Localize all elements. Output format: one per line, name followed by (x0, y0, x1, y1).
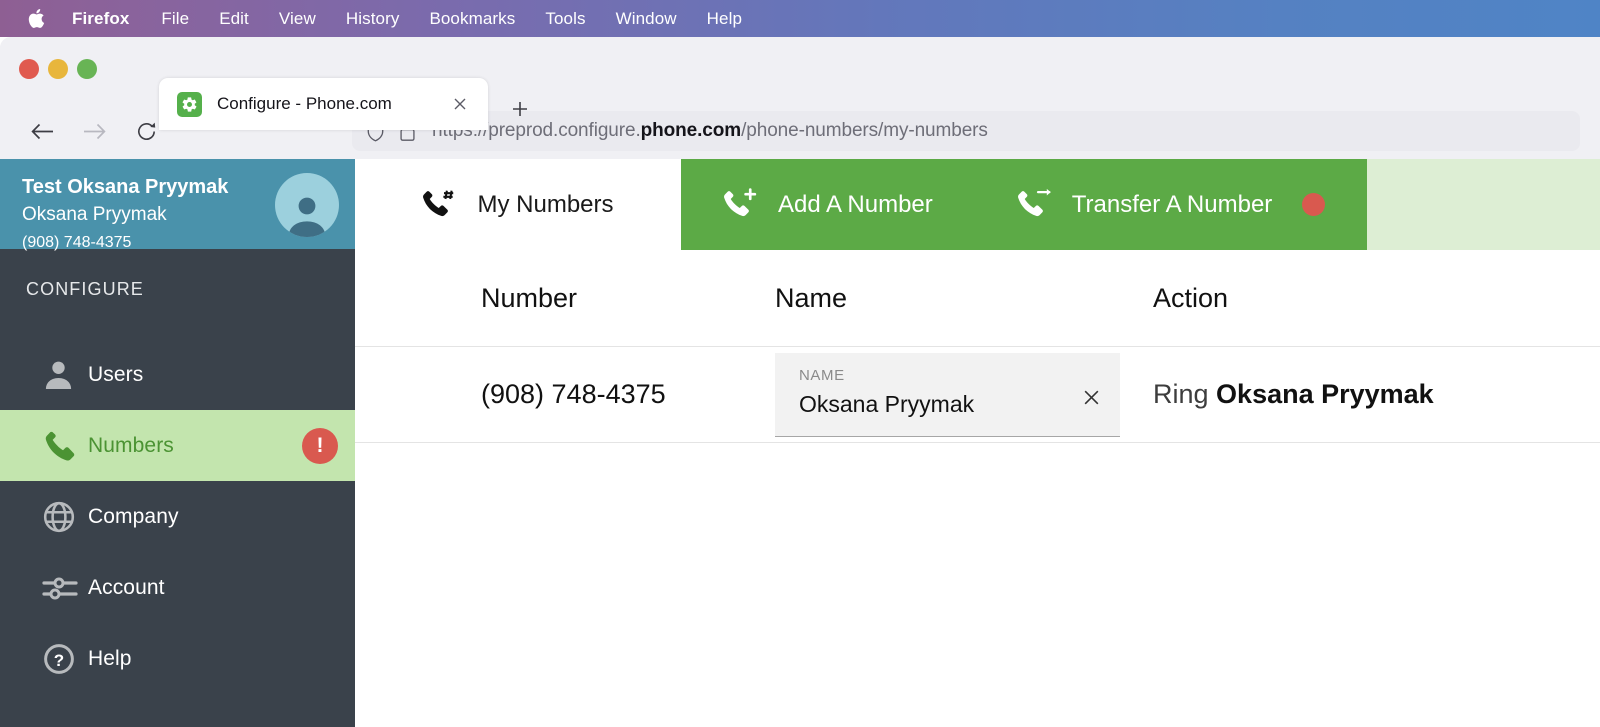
minimize-window-button[interactable] (48, 59, 68, 79)
table-row: (908) 748-4375 NAME Oksana Pryymak Ring … (355, 347, 1600, 443)
page-content: Test Oksana Pryymak Oksana Pryymak (908)… (0, 159, 1600, 727)
help-circle-icon: ? (42, 642, 88, 676)
tab-my-numbers[interactable]: My Numbers (355, 159, 681, 250)
sidebar-item-label: Company (88, 504, 179, 528)
cell-action[interactable]: Ring Oksana Pryymak (1153, 379, 1600, 410)
phone-hash-icon (422, 188, 459, 221)
arrow-left-icon (30, 123, 53, 139)
gear-icon (177, 91, 202, 117)
menu-item-file[interactable]: File (161, 9, 189, 29)
sidebar-item-label: Help (88, 646, 132, 670)
notification-dot-icon (1302, 193, 1326, 216)
menu-item-help[interactable]: Help (707, 9, 742, 29)
sidebar-item-label: Account (88, 575, 165, 599)
sidebar-item-users[interactable]: Users (0, 339, 355, 410)
table-header-row: Number Name Action (355, 250, 1600, 347)
sidebar-item-account[interactable]: Account (0, 552, 355, 623)
name-input-value[interactable]: Oksana Pryymak (799, 387, 1076, 422)
sidebar-item-company[interactable]: Company (0, 481, 355, 552)
tab-label: Add A Number (778, 190, 933, 218)
sliders-icon (42, 573, 88, 603)
status-badge[interactable]: ! (302, 427, 338, 464)
svg-text:?: ? (54, 650, 64, 669)
menu-item-edit[interactable]: Edit (219, 9, 249, 29)
user-avatar-icon[interactable] (275, 173, 339, 237)
column-header-name: Name (775, 282, 848, 313)
tab-transfer-a-number[interactable]: Transfer A Number (974, 159, 1368, 250)
menu-item-bookmarks[interactable]: Bookmarks (429, 9, 515, 29)
sidebar-item-help[interactable]: ? Help (0, 623, 355, 694)
arrow-right-icon (83, 123, 106, 139)
tab-add-a-number[interactable]: Add A Number (681, 159, 975, 250)
account-user-name: Oksana Pryymak (22, 204, 167, 225)
back-button[interactable] (22, 111, 62, 151)
tab-title: Configure - Phone.com (217, 94, 392, 113)
phone-plus-icon (723, 188, 760, 221)
menu-item-history[interactable]: History (346, 9, 400, 29)
url-path: /phone-numbers/my-numbers (741, 120, 988, 141)
action-target-name: Oksana Pryymak (1216, 379, 1434, 409)
sidebar-item-label: Numbers (88, 433, 174, 457)
tab-label: Transfer A Number (1071, 190, 1273, 218)
reload-icon (137, 122, 155, 140)
name-input-field[interactable]: NAME Oksana Pryymak (775, 352, 1120, 437)
globe-icon (42, 500, 88, 534)
main-content: My Numbers Add A Number Transfer A Numbe… (355, 159, 1600, 727)
menu-item-view[interactable]: View (279, 9, 316, 29)
name-field-label: NAME (799, 366, 845, 384)
maximize-window-button[interactable] (77, 59, 97, 79)
sidebar-item-label: Users (88, 362, 144, 386)
window-controls (19, 59, 97, 79)
menu-item-tools[interactable]: Tools (545, 9, 585, 29)
account-company-name: Test Oksana Pryymak (22, 176, 229, 198)
close-window-button[interactable] (19, 59, 39, 79)
column-header-action: Action (1153, 282, 1229, 313)
new-tab-button[interactable] (503, 92, 537, 126)
browser-tab-strip: Configure - Phone.com (0, 37, 1600, 130)
macos-menu-bar: Firefox File Edit View History Bookmarks… (0, 0, 1600, 37)
action-prefix: Ring (1153, 379, 1209, 409)
tab-bar-filler (1367, 159, 1600, 250)
tab-label: My Numbers (477, 190, 614, 218)
sidebar-item-numbers[interactable]: Numbers ! (0, 410, 355, 481)
numbers-table: Number Name Action (908) 748-4375 NAME O… (355, 250, 1600, 443)
page-tab-bar: My Numbers Add A Number Transfer A Numbe… (355, 159, 1600, 250)
browser-tab[interactable]: Configure - Phone.com (159, 78, 488, 130)
plus-icon (513, 102, 527, 116)
menu-item-window[interactable]: Window (616, 9, 677, 29)
cell-number: (908) 748-4375 (481, 379, 666, 409)
column-header-number: Number (481, 282, 578, 313)
menu-item-firefox[interactable]: Firefox (72, 9, 129, 29)
clear-name-icon[interactable] (1076, 383, 1106, 413)
forward-button[interactable] (74, 111, 114, 151)
account-phone-number: (908) 748-4375 (22, 233, 132, 251)
apple-logo-icon[interactable] (26, 8, 46, 30)
user-icon (42, 358, 88, 391)
close-icon[interactable] (446, 90, 474, 118)
phone-icon (42, 429, 88, 463)
cell-name: NAME Oksana Pryymak (775, 352, 1153, 437)
sidebar-section-title: CONFIGURE (26, 279, 144, 299)
phone-transfer-icon (1017, 188, 1054, 221)
sidebar: Test Oksana Pryymak Oksana Pryymak (908)… (0, 159, 355, 727)
browser-window: Configure - Phone.com https://preprod.co… (0, 37, 1600, 727)
sidebar-account-header[interactable]: Test Oksana Pryymak Oksana Pryymak (908)… (0, 159, 355, 251)
url-host: phone.com (640, 120, 742, 141)
